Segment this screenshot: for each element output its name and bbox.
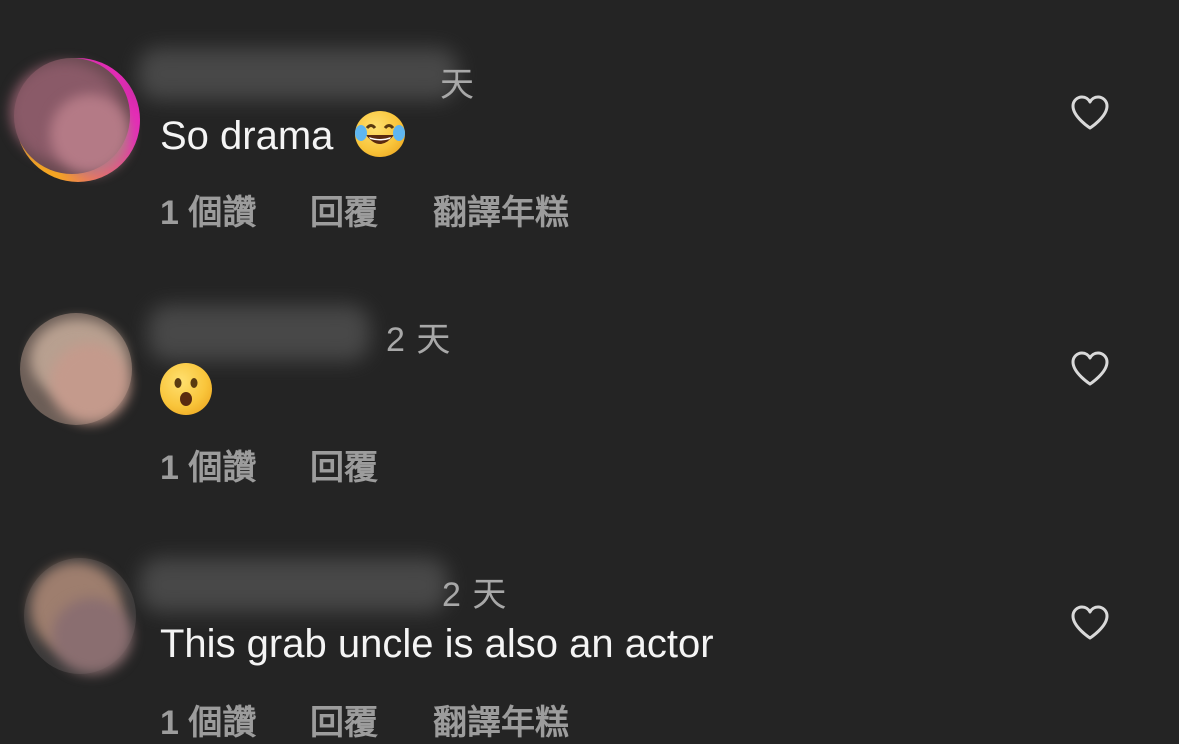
likes-count[interactable]: 1 個讚: [160, 185, 256, 234]
translate-button[interactable]: 翻譯年糕: [433, 695, 569, 744]
comment-item: 2 天 1 個讚 回覆: [0, 255, 1179, 510]
reply-button[interactable]: 回覆: [310, 185, 378, 234]
heart-icon[interactable]: [1070, 95, 1110, 131]
reply-button[interactable]: 回覆: [310, 440, 378, 489]
username-blurred[interactable]: [148, 305, 370, 361]
timestamp: 天: [440, 66, 475, 104]
comment-item: 天 So drama 1 個讚 回覆 翻譯年糕: [0, 0, 1179, 255]
heart-icon[interactable]: [1070, 605, 1110, 641]
hushed-face-emoji: [160, 363, 212, 415]
translate-button[interactable]: 翻譯年糕: [433, 185, 569, 234]
comment-item: 2 天 This grab uncle is also an actor 1 個…: [0, 510, 1179, 743]
comment-body: This grab uncle is also an actor: [160, 622, 714, 666]
heart-icon[interactable]: [1070, 351, 1110, 387]
timestamp: 2 天: [386, 321, 452, 359]
comment-text: So drama: [160, 111, 405, 159]
comment-body: So drama: [160, 114, 334, 158]
comment-text: [160, 363, 212, 415]
username-blurred[interactable]: [138, 48, 458, 100]
comment-text: This grab uncle is also an actor: [160, 622, 714, 667]
timestamp: 2 天: [442, 576, 508, 614]
likes-count[interactable]: 1 個讚: [160, 695, 256, 744]
avatar[interactable]: [20, 313, 132, 425]
avatar[interactable]: [24, 558, 136, 674]
reply-button[interactable]: 回覆: [310, 695, 378, 744]
username-blurred[interactable]: [140, 558, 448, 612]
likes-count[interactable]: 1 個讚: [160, 440, 256, 489]
avatar[interactable]: [10, 54, 140, 182]
tears-of-joy-emoji: [354, 111, 405, 158]
